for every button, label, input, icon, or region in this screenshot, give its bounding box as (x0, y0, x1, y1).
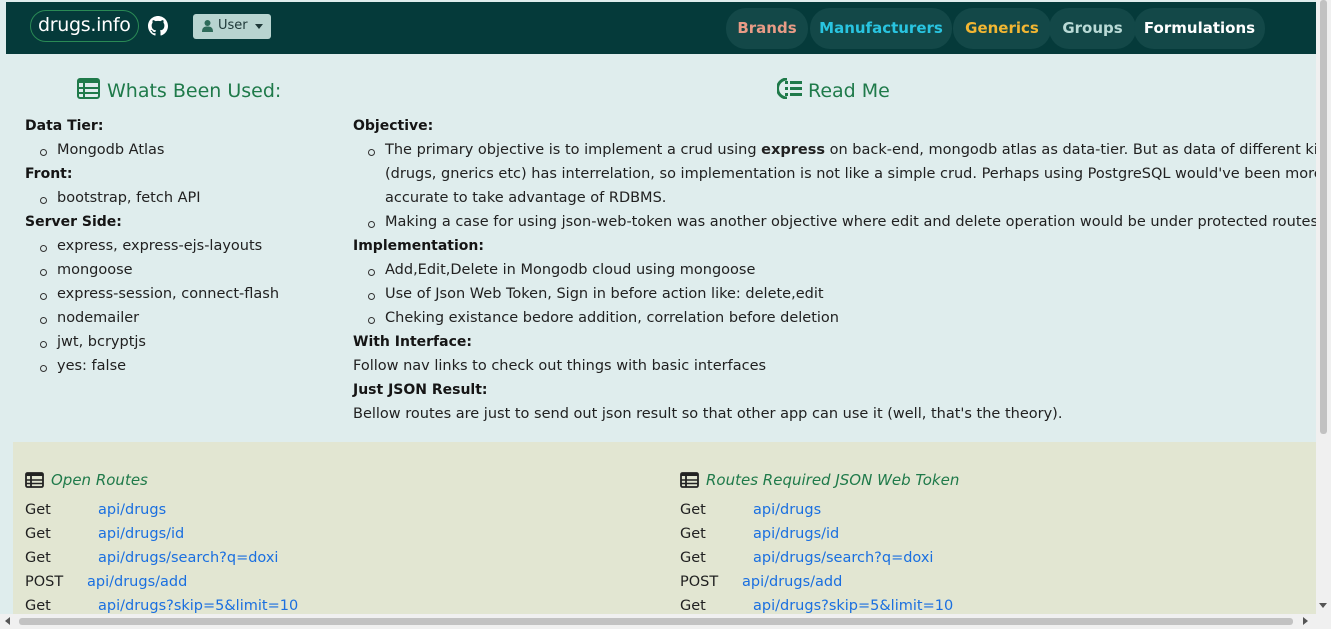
objective-item-1-cont: accurate to take advantage of RDBMS. (385, 190, 667, 206)
user-icon (202, 20, 213, 32)
implementation-label: Implementation: (353, 238, 484, 254)
nav-manufacturers[interactable]: Manufacturers (810, 8, 952, 49)
jwt-routes-title: Routes Required JSON Web Token (706, 471, 960, 489)
horizontal-scroll-thumb[interactable] (19, 618, 1293, 625)
horizontal-scrollbar[interactable] (0, 614, 1331, 629)
objective-item-1-cont: (drugs, gnerics etc) has interrelation, … (385, 166, 1316, 182)
scroll-down-icon[interactable] (1319, 603, 1327, 608)
route-method: Get (25, 502, 51, 518)
open-routes-title: Open Routes (51, 471, 148, 489)
route-link[interactable]: api/drugs/id (753, 526, 839, 542)
navbar: drugs.info User Brands Manufacturers Gen… (6, 2, 1316, 54)
vertical-scroll-thumb[interactable] (1320, 0, 1327, 434)
routes-panel: Open Routes Get api/drugs Get api/drugs/… (13, 442, 1316, 614)
caret-down-icon (255, 24, 263, 29)
user-label: User (218, 18, 248, 33)
route-link[interactable]: api/drugs?skip=5&limit=10 (98, 598, 298, 614)
scroll-right-icon[interactable] (1303, 617, 1308, 625)
route-method: Get (25, 526, 51, 542)
list-item: express, express-ejs-layouts (39, 238, 263, 254)
route-method: Get (680, 550, 706, 566)
route-link[interactable]: api/drugs/add (87, 574, 187, 590)
scroll-left-icon[interactable] (5, 617, 10, 625)
list-item: Use of Json Web Token, Sign in before ac… (368, 286, 824, 302)
route-link[interactable]: api/drugs (98, 502, 166, 518)
nav-brands[interactable]: Brands (726, 8, 808, 49)
route-link[interactable]: api/drugs (753, 502, 821, 518)
json-result-label: Just JSON Result: (353, 382, 488, 398)
json-result-text: Bellow routes are just to send out json … (353, 406, 1063, 422)
route-method: POST (25, 574, 64, 590)
nav-generics[interactable]: Generics (953, 8, 1051, 49)
objective-label: Objective: (353, 118, 434, 134)
objective-item-2: Making a case for using json-web-token w… (368, 214, 1316, 230)
github-icon[interactable] (148, 16, 168, 36)
route-link[interactable]: api/drugs/id (98, 526, 184, 542)
list-item: jwt, bcryptjs (40, 334, 146, 350)
nav-formulations[interactable]: Formulations (1134, 8, 1265, 49)
objective-item-1: The primary objective is to implement a … (368, 142, 1316, 158)
route-link[interactable]: api/drugs/search?q=doxi (98, 550, 278, 566)
data-tier-label: Data Tier: (25, 118, 104, 134)
table-icon (680, 472, 699, 488)
used-title: Whats Been Used: (107, 80, 282, 102)
page: drugs.info User Brands Manufacturers Gen… (0, 0, 1316, 614)
server-side-label: Server Side: (25, 214, 122, 230)
vertical-scrollbar[interactable] (1316, 0, 1331, 614)
route-link[interactable]: api/drugs/search?q=doxi (753, 550, 933, 566)
route-method: POST (680, 574, 719, 590)
list-item: mongoose (40, 262, 133, 278)
user-dropdown-button[interactable]: User (193, 14, 271, 39)
brand-logo[interactable]: drugs.info (30, 10, 139, 42)
list-item: Mongodb Atlas (39, 142, 165, 158)
route-method: Get (680, 502, 706, 518)
route-link[interactable]: api/drugs/add (742, 574, 842, 590)
route-method: Get (680, 598, 706, 614)
list-item: yes: false (39, 358, 127, 374)
route-method: Get (25, 598, 51, 614)
interface-text: Follow nav links to check out things wit… (353, 358, 767, 374)
list-item: Cheking existance bedore addition, corre… (368, 310, 839, 326)
route-method: Get (25, 550, 51, 566)
route-method: Get (680, 526, 706, 542)
list-item: bootstrap, fetch API (40, 190, 201, 206)
list-item: Add,Edit,Delete in Mongodb cloud using m… (367, 262, 756, 278)
interface-label: With Interface: (353, 334, 472, 350)
table-icon (77, 78, 100, 99)
list-item: express-session, connect-flash (39, 286, 280, 302)
readme-title: Read Me (808, 80, 890, 102)
front-label: Front: (25, 166, 73, 182)
route-link[interactable]: api/drugs?skip=5&limit=10 (753, 598, 953, 614)
readme-icon (777, 78, 802, 99)
list-item: nodemailer (39, 310, 140, 326)
nav-groups[interactable]: Groups (1049, 8, 1136, 49)
table-icon (25, 472, 44, 488)
